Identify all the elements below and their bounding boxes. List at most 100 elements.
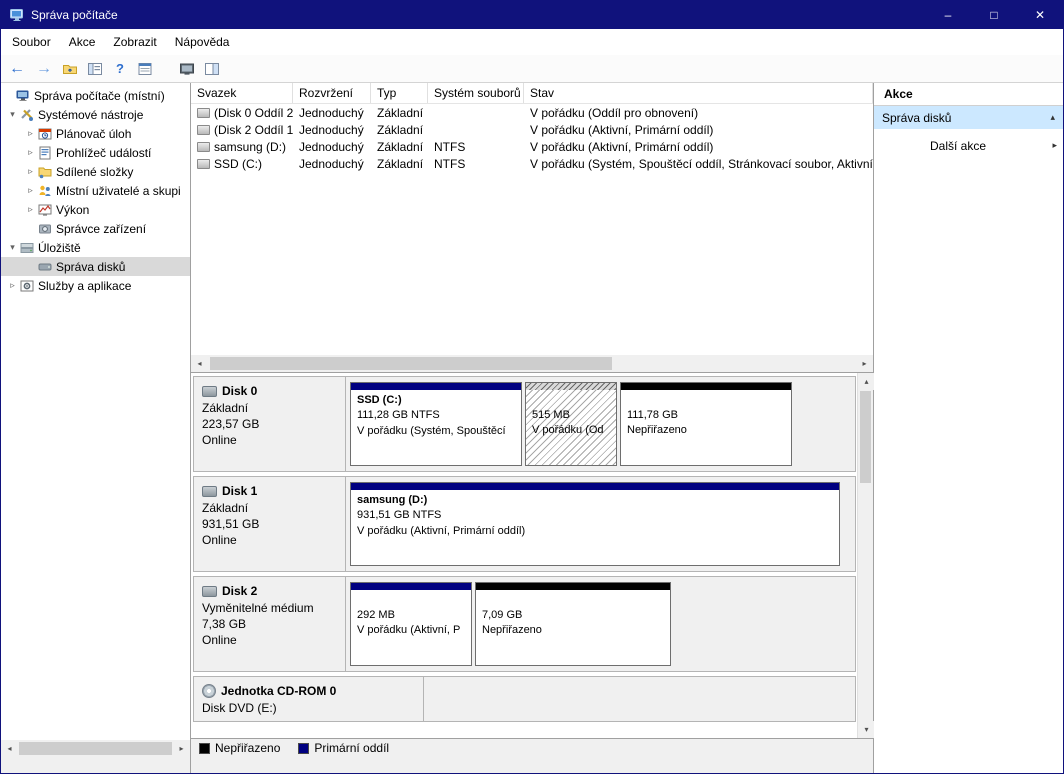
scrollbar-track[interactable] (208, 355, 856, 372)
volume-name: (Disk 0 Oddíl 2) (214, 106, 293, 120)
partition-title (357, 593, 465, 608)
volume-row[interactable]: samsung (D:) Jednoduchý Základní NTFS V … (191, 138, 873, 155)
action-item-more-actions[interactable]: Další akce ▸ (874, 134, 1063, 157)
menu-soubor[interactable]: Soubor (3, 29, 60, 55)
tree-item-services-applications[interactable]: ▹ Služby a aplikace (1, 276, 190, 295)
chevron-right-icon[interactable]: ▹ (25, 204, 36, 215)
volume-row[interactable]: (Disk 0 Oddíl 2) Jednoduchý Základní V p… (191, 104, 873, 121)
action-section-disk-management[interactable]: Správa disků ▴ (874, 106, 1063, 129)
scroll-up-icon[interactable]: ▴ (858, 373, 875, 390)
maximize-button[interactable]: □ (971, 1, 1017, 29)
disk-type: Základní (202, 500, 337, 516)
disk-size: 931,51 GB (202, 516, 337, 532)
partition-recovery-selected[interactable]: 515 MB V pořádku (Od (525, 382, 617, 466)
chevron-right-icon[interactable]: ▹ (25, 185, 36, 196)
tree-item-shared-folders[interactable]: ▹ Sdílené složky (1, 162, 190, 181)
partition-size: 292 MB (357, 608, 465, 623)
volume-list-horizontal-scrollbar[interactable]: ◂ ▸ (191, 355, 873, 372)
scroll-left-icon[interactable]: ◂ (1, 740, 18, 757)
scrollbar-track[interactable] (858, 484, 873, 721)
export-list-icon[interactable] (136, 60, 154, 78)
window-icon[interactable] (203, 60, 221, 78)
tree-item-local-users-groups[interactable]: ▹ Místní uživatelé a skupi (1, 181, 190, 200)
tree-item-task-scheduler[interactable]: ▹ Plánovač úloh (1, 124, 190, 143)
chevron-right-icon[interactable]: ▹ (25, 147, 36, 158)
tree-item-label: Systémové nástroje (38, 108, 143, 122)
tree-item-storage[interactable]: ▾ Úložiště (1, 238, 190, 257)
scrollbar-thumb[interactable] (210, 357, 612, 370)
scrollbar-thumb[interactable] (19, 742, 172, 755)
menu-akce[interactable]: Akce (60, 29, 105, 55)
middle-footer (191, 757, 873, 773)
chevron-right-icon[interactable]: ▹ (25, 128, 36, 139)
tree-item-performance[interactable]: ▹ Výkon (1, 200, 190, 219)
legend-primary-partition: Primární oddíl (298, 741, 389, 755)
cdrom-media: Disk DVD (E:) (202, 700, 415, 716)
partition-removable-primary[interactable]: 292 MB V pořádku (Aktivní, P (350, 582, 472, 666)
tree-item-system-tools[interactable]: ▾ Systémové nástroje (1, 105, 190, 124)
help-icon[interactable]: ? (111, 60, 129, 78)
more-actions-label: Další akce (930, 139, 1052, 153)
volume-status: V pořádku (Aktivní, Primární oddíl) (524, 138, 873, 155)
action-panel: Akce Správa disků ▴ Další akce ▸ (874, 83, 1063, 773)
cd-rom-icon (202, 684, 216, 698)
tree-item-label: Úložiště (38, 241, 81, 255)
cdrom-name: Jednotka CD-ROM 0 (221, 684, 336, 698)
scroll-left-icon[interactable]: ◂ (191, 355, 208, 372)
column-header-stav[interactable]: Stav (524, 83, 873, 103)
scrollbar-thumb[interactable] (860, 391, 871, 483)
console-tree-icon[interactable] (86, 60, 104, 78)
volume-row[interactable]: (Disk 2 Oddíl 1) Jednoduchý Základní V p… (191, 121, 873, 138)
column-header-typ[interactable]: Typ (371, 83, 428, 103)
disk-header[interactable]: Disk 0 Základní 223,57 GB Online (194, 377, 346, 471)
partition-ssd-c[interactable]: SSD (C:) 111,28 GB NTFS V pořádku (Systé… (350, 382, 522, 466)
minimize-button[interactable]: – (925, 1, 971, 29)
column-header-rozvrzeni[interactable]: Rozvržení (293, 83, 371, 103)
chevron-down-icon[interactable]: ▾ (7, 242, 18, 253)
menu-napoveda[interactable]: Nápověda (166, 29, 239, 55)
cdrom-header[interactable]: Jednotka CD-ROM 0 Disk DVD (E:) (194, 677, 424, 721)
disk-header[interactable]: Disk 2 Vyměnitelné médium 7,38 GB Online (194, 577, 346, 671)
disk-type: Vyměnitelné médium (202, 600, 337, 616)
collapse-chevron-icon[interactable]: ▴ (1050, 112, 1055, 123)
partition-size: 7,09 GB (482, 608, 664, 623)
scroll-right-icon[interactable]: ▸ (173, 740, 190, 757)
submenu-arrow-icon[interactable]: ▸ (1052, 140, 1057, 151)
shared-folders-icon (37, 164, 53, 180)
tree-item-event-viewer[interactable]: ▹ Prohlížeč událostí (1, 143, 190, 162)
disk-header[interactable]: Disk 1 Základní 931,51 GB Online (194, 477, 346, 571)
services-icon (19, 278, 35, 294)
chevron-right-icon[interactable]: ▹ (7, 280, 18, 291)
tree-item-disk-management[interactable]: Správa disků (1, 257, 190, 276)
column-header-system-souboru[interactable]: Systém souborů (428, 83, 524, 103)
disk-view-vertical-scrollbar[interactable]: ▴ ▾ (857, 373, 873, 738)
volume-type: Základní (371, 138, 428, 155)
tree-item-computer-management[interactable]: Správa počítače (místní) (1, 86, 190, 105)
volume-icon (197, 142, 210, 152)
forward-icon[interactable]: → (34, 60, 54, 78)
folder-up-icon[interactable] (61, 60, 79, 78)
partition-unallocated[interactable]: 111,78 GB Nepřiřazeno (620, 382, 792, 466)
partition-samsung-d[interactable]: samsung (D:) 931,51 GB NTFS V pořádku (A… (350, 482, 840, 566)
column-header-svazek[interactable]: Svazek (191, 83, 293, 103)
tree-item-label: Plánovač úloh (56, 127, 131, 141)
chevron-right-icon[interactable]: ▹ (25, 166, 36, 177)
partition-unallocated[interactable]: 7,09 GB Nepřiřazeno (475, 582, 671, 666)
menu-zobrazit[interactable]: Zobrazit (104, 29, 165, 55)
action-pane-icon[interactable] (178, 60, 196, 78)
tree-item-device-manager[interactable]: Správce zařízení (1, 219, 190, 238)
back-icon[interactable]: ← (7, 60, 27, 78)
partition-title (532, 393, 610, 408)
partition-area (424, 677, 855, 721)
main-content: Správa počítače (místní) ▾ Systémové nás… (1, 83, 1063, 773)
scroll-right-icon[interactable]: ▸ (856, 355, 873, 372)
volume-status: V pořádku (Systém, Spouštěcí oddíl, Strá… (524, 155, 873, 172)
disk-status: Online (202, 432, 337, 448)
device-manager-icon (37, 221, 53, 237)
tree-horizontal-scrollbar[interactable]: ◂ ▸ (1, 740, 190, 757)
scroll-down-icon[interactable]: ▾ (858, 721, 875, 738)
volume-row[interactable]: SSD (C:) Jednoduchý Základní NTFS V pořá… (191, 155, 873, 172)
close-button[interactable]: ✕ (1017, 1, 1063, 29)
chevron-down-icon[interactable]: ▾ (7, 109, 18, 120)
cdrom-row: Jednotka CD-ROM 0 Disk DVD (E:) (193, 676, 856, 722)
